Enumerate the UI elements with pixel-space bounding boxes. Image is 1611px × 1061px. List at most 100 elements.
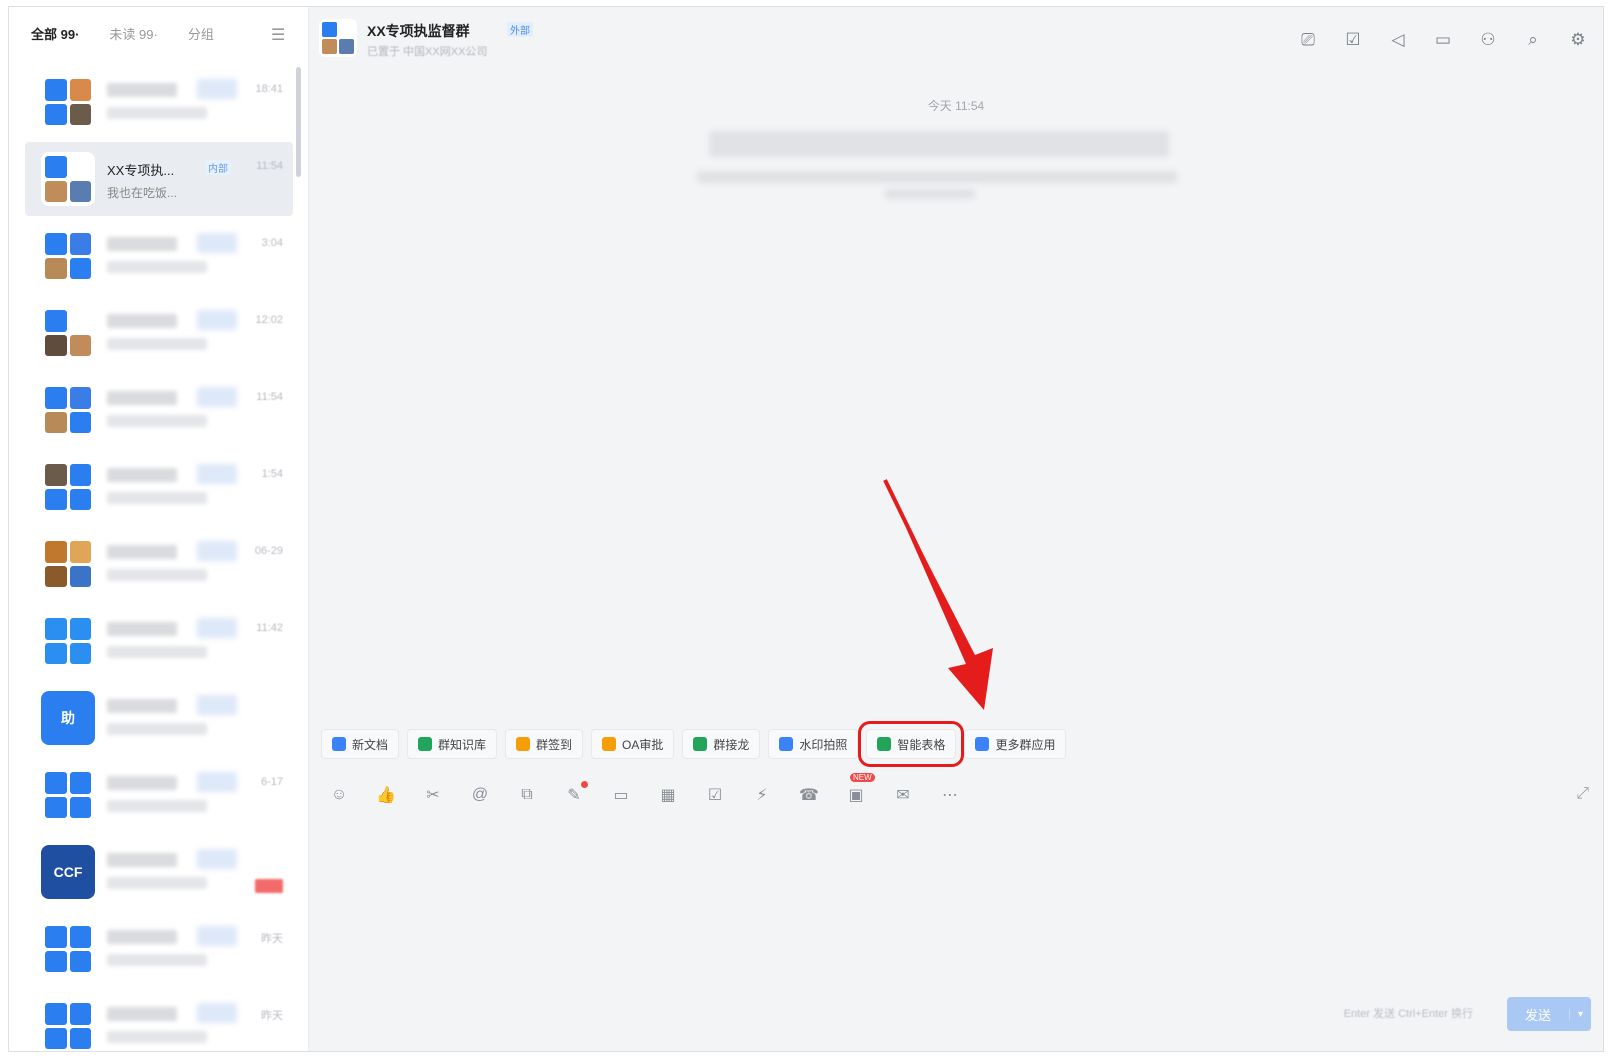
list-item[interactable]: 昨天 <box>25 989 293 1051</box>
quick-reply-icon[interactable]: ⧉ <box>515 783 539 807</box>
call-icon[interactable]: ☎ <box>797 783 821 807</box>
tool-glyph: ✂ <box>426 787 440 804</box>
list-item[interactable]: 昨天 <box>25 912 293 986</box>
mail-icon[interactable]: ✉ <box>891 783 915 807</box>
conversation-text: XX专项执... 内部 我也在吃饭... 11:54 <box>107 152 293 206</box>
tool-glyph: ☎ <box>799 787 819 804</box>
knowledge-icon <box>418 737 433 751</box>
conversation-name: XX专项执... <box>107 163 175 178</box>
message-timestamp: 今天 11:54 <box>927 99 985 113</box>
smart-table-icon <box>877 737 892 751</box>
app-button-solitaire[interactable]: 群接龙 <box>682 729 761 759</box>
doc-icon <box>332 737 346 751</box>
settings-icon[interactable]: ⚙ <box>1567 29 1589 51</box>
checkin-icon <box>516 737 531 751</box>
live-icon[interactable]: ▣ NEW <box>844 773 875 807</box>
blurred-preview <box>107 1031 207 1043</box>
avatar: 助 <box>41 691 95 745</box>
blurred-preview <box>107 723 207 735</box>
menu-icon[interactable]: ☰ <box>271 25 285 45</box>
calendar-icon[interactable]: ▦ <box>656 783 680 807</box>
list-item[interactable]: 12:02 <box>25 296 293 370</box>
blurred-tag <box>197 926 237 946</box>
group-app-bar: 新文档 群知识库 群签到 OA审批 群接龙 水印拍照 智能表格 更多群应用 <box>321 721 1067 767</box>
flash-icon[interactable]: ⚡ <box>750 783 774 807</box>
todo-icon[interactable]: ☑ <box>703 783 727 807</box>
tab-all[interactable]: 全部 99· <box>31 24 79 43</box>
send-hint: Enter 发送 Ctrl+Enter 换行 <box>1343 1008 1473 1020</box>
sidebar-scrollbar[interactable] <box>296 67 301 177</box>
list-item[interactable]: 助 <box>25 681 293 755</box>
blurred-name <box>107 391 177 405</box>
chat-subtitle: 已置于 中国XX网XX公司 <box>367 46 488 58</box>
emoji-icon[interactable]: ☺ <box>327 783 351 807</box>
app-button-more-apps[interactable]: 更多群应用 <box>964 729 1067 759</box>
app-label: 群接龙 <box>713 737 750 752</box>
blurred-name <box>107 237 177 251</box>
conversation-preview: 我也在吃饭... <box>107 186 178 200</box>
app-label: 水印拍照 <box>799 737 848 752</box>
chat-title[interactable]: XX专项执监督群 <box>367 21 470 41</box>
doc-share-icon[interactable]: ✎ <box>562 781 588 807</box>
send-button[interactable]: 发送 ▾ <box>1507 997 1591 1031</box>
conversation-sidebar: 全部 99· 未读 99· 分组 ☰ 18:41 XX专项执... 内部 我也在吃… <box>9 7 309 1051</box>
more-icon[interactable]: ⋯ <box>938 783 962 807</box>
conversation-text: 11:54 <box>107 383 293 437</box>
blurred-preview <box>107 415 207 427</box>
group-avatar[interactable] <box>319 19 357 57</box>
blurred-preview <box>107 800 207 812</box>
tool-glyph: ▭ <box>613 787 629 804</box>
app-button-camera[interactable]: 水印拍照 <box>768 729 859 759</box>
external-tag: 外部 <box>507 22 533 37</box>
task-icon[interactable]: ☑ <box>1342 29 1364 51</box>
tool-glyph: ✉ <box>896 787 910 804</box>
approval-icon <box>602 737 617 751</box>
blurred-tag <box>197 387 237 407</box>
list-item[interactable]: 06-29 <box>25 527 293 601</box>
video-meeting-icon[interactable]: ⎚ <box>1297 29 1319 51</box>
list-item[interactable]: 11:42 <box>25 604 293 678</box>
blurred-tag <box>197 541 237 561</box>
list-item[interactable]: 3:04 <box>25 219 293 293</box>
tab-groups[interactable]: 分组 <box>188 24 214 43</box>
app-label: 群签到 <box>536 737 573 752</box>
app-button-approval[interactable]: OA审批 <box>591 729 675 759</box>
file-icon[interactable]: ▭ <box>609 783 633 807</box>
folder-icon[interactable]: ▭ <box>1432 29 1454 51</box>
conversation-time: 昨天 <box>261 933 283 945</box>
screenshot-icon[interactable]: ✂ <box>421 783 445 807</box>
avatar <box>41 306 95 360</box>
list-item[interactable]: CCF <box>25 835 293 909</box>
tool-glyph: 👍 <box>376 787 396 804</box>
blurred-tag <box>197 849 237 869</box>
conversation-text: 11:42 <box>107 614 293 668</box>
more-apps-icon <box>975 737 990 751</box>
avatar <box>41 460 95 514</box>
conversation-time: 06-29 <box>254 545 283 557</box>
tab-unread[interactable]: 未读 99· <box>109 24 157 43</box>
tool-glyph: ✎ <box>567 787 581 804</box>
list-item[interactable]: XX专项执... 内部 我也在吃饭... 11:54 <box>25 142 293 216</box>
app-button-smart-table[interactable]: 智能表格 <box>858 721 965 767</box>
members-icon[interactable]: ⚇ <box>1477 29 1499 51</box>
conversation-text <box>107 845 293 899</box>
expand-icon[interactable]: ⤢ <box>1576 785 1589 803</box>
app-button-doc[interactable]: 新文档 <box>321 729 400 759</box>
like-icon[interactable]: 👍 <box>374 783 398 807</box>
blurred-tag <box>197 464 237 484</box>
avatar <box>41 383 95 437</box>
search-history-icon[interactable]: ⌕ <box>1522 29 1544 51</box>
blurred-name <box>107 622 177 636</box>
chat-panel: XX专项执监督群 外部 已置于 中国XX网XX公司 ⎚ ☑ ◁ ▭ ⚇ ⌕ ⚙ … <box>309 7 1603 1051</box>
blurred-preview <box>107 492 207 504</box>
chevron-down-icon[interactable]: ▾ <box>1569 1008 1591 1020</box>
list-item[interactable]: 18:41 <box>25 65 293 139</box>
app-button-knowledge[interactable]: 群知识库 <box>407 729 498 759</box>
list-item[interactable]: 6-17 <box>25 758 293 832</box>
mention-icon[interactable]: @ <box>468 783 492 807</box>
app-button-checkin[interactable]: 群签到 <box>505 729 584 759</box>
list-item[interactable]: 11:54 <box>25 373 293 447</box>
announcement-icon[interactable]: ◁ <box>1387 29 1409 51</box>
list-item[interactable]: 1:54 <box>25 450 293 524</box>
blurred-name <box>107 699 177 713</box>
